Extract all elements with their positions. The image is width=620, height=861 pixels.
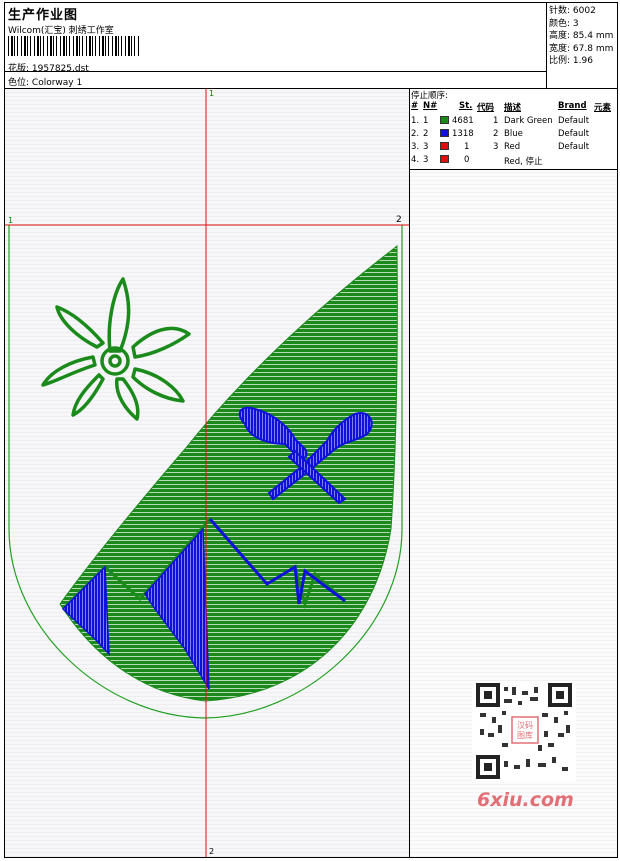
guide-label-left: 1: [8, 216, 14, 225]
stat-height: 高度: 85.4 mm: [549, 31, 614, 42]
col-needle: N#: [423, 101, 438, 111]
stat-scale: 比例: 1.96: [549, 56, 593, 67]
panel-divider: [409, 89, 410, 857]
guide-label-right: 2: [396, 215, 402, 225]
stamp-seal-text-top: 汉码: [517, 721, 533, 730]
color-swatch: [440, 142, 449, 150]
design-label: 花版:: [8, 64, 30, 74]
stats-divider: [546, 3, 547, 89]
color-swatch: [440, 129, 449, 137]
col-stitches: St.: [459, 101, 473, 111]
guide-label-bottom: 2: [209, 847, 215, 856]
color-swatch: [440, 116, 449, 124]
page-title: 生产作业图: [8, 8, 79, 23]
design-file-name: 1957825.dst: [31, 64, 89, 74]
stamp-seal-text-bottom: 图库: [517, 730, 533, 740]
stat-width: 宽度: 67.8 mm: [549, 43, 614, 54]
stop-sequence-table: 停止顺序: # N# St. 代码 描述 Brand 元素 1. 1 4681 …: [410, 89, 617, 169]
stat-stitches: 针数: 6002: [549, 6, 596, 16]
header-divider: [5, 71, 546, 72]
guide-label-top: 1: [209, 89, 215, 98]
col-description: 描述: [504, 103, 522, 113]
table-bottom-line: [410, 169, 617, 170]
col-code: 代码: [477, 103, 495, 113]
col-brand: Brand: [558, 101, 587, 111]
stat-colors: 颜色: 3: [549, 18, 579, 29]
company-name: Wilcom(汇宝) 刺绣工作室: [8, 26, 114, 36]
colorway-label: 色位:: [8, 78, 30, 88]
col-index: #: [411, 101, 419, 111]
design-stats: 针数: 6002 颜色: 3 高度: 85.4 mm 宽度: 67.8 mm 比…: [549, 5, 613, 68]
colorway-row: 色位: Colorway 1: [8, 75, 82, 88]
barcode: [8, 36, 141, 56]
stop-sequence-title: 停止顺序:: [411, 91, 448, 101]
color-swatch: [440, 155, 449, 163]
embroidery-preview: [5, 89, 409, 857]
edelweiss-flower: [41, 277, 191, 421]
qr-code: 汉码 图库: [472, 681, 576, 781]
watermark-logo: 6xiu.com: [477, 789, 574, 811]
design-file-row: 花版: 1957825.dst: [8, 61, 89, 74]
col-element: 元素: [594, 103, 612, 113]
qr-code-graphic: 汉码 图库: [476, 683, 572, 779]
colorway-name: Colorway 1: [31, 78, 83, 88]
